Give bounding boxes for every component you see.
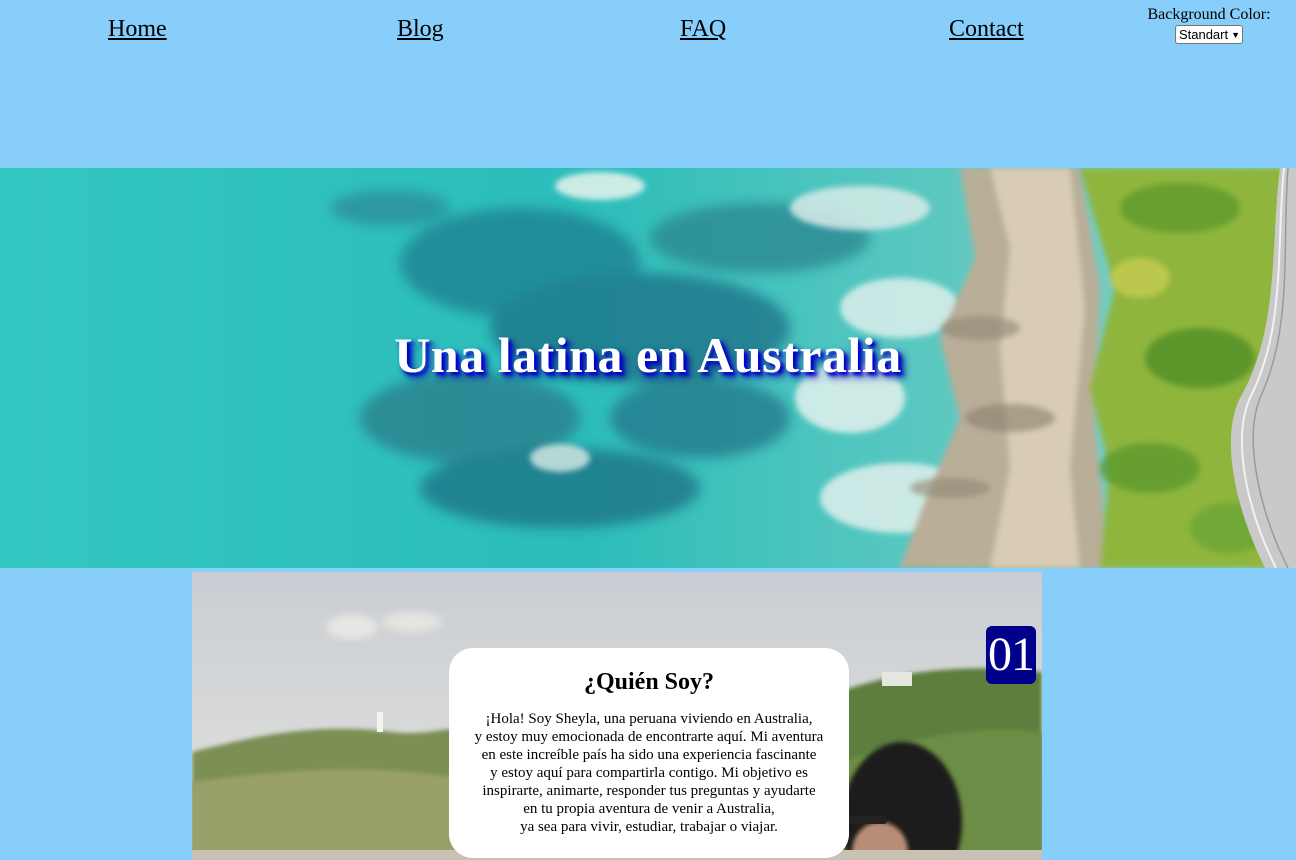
nav-link-home[interactable]: Home — [108, 16, 167, 43]
about-section: 01 ¿Quién Soy? ¡Hola! Soy Sheyla, una pe… — [192, 572, 1042, 860]
about-card: ¿Quién Soy? ¡Hola! Soy Sheyla, una perua… — [449, 648, 849, 858]
background-color-selected: Standart — [1178, 27, 1229, 42]
nav-link-blog[interactable]: Blog — [397, 16, 444, 43]
about-text: ¡Hola! Soy Sheyla, una peruana viviendo … — [474, 711, 824, 835]
main-nav: Home Blog FAQ Contact Background Color: … — [0, 0, 1296, 168]
background-color-label: Background Color: — [1147, 6, 1271, 23]
background-color-control: Background Color: Standart ▼ — [1140, 6, 1278, 44]
section-number-badge: 01 — [986, 626, 1036, 684]
nav-link-faq[interactable]: FAQ — [680, 16, 726, 43]
nav-link-contact[interactable]: Contact — [949, 16, 1024, 43]
background-color-select[interactable]: Standart ▼ — [1174, 25, 1244, 44]
hero-title: Una latina en Australia — [394, 327, 902, 383]
hero-banner: Una latina en Australia — [0, 168, 1296, 568]
about-heading: ¿Quién Soy? — [583, 669, 715, 695]
chevron-down-icon: ▼ — [1231, 30, 1241, 40]
